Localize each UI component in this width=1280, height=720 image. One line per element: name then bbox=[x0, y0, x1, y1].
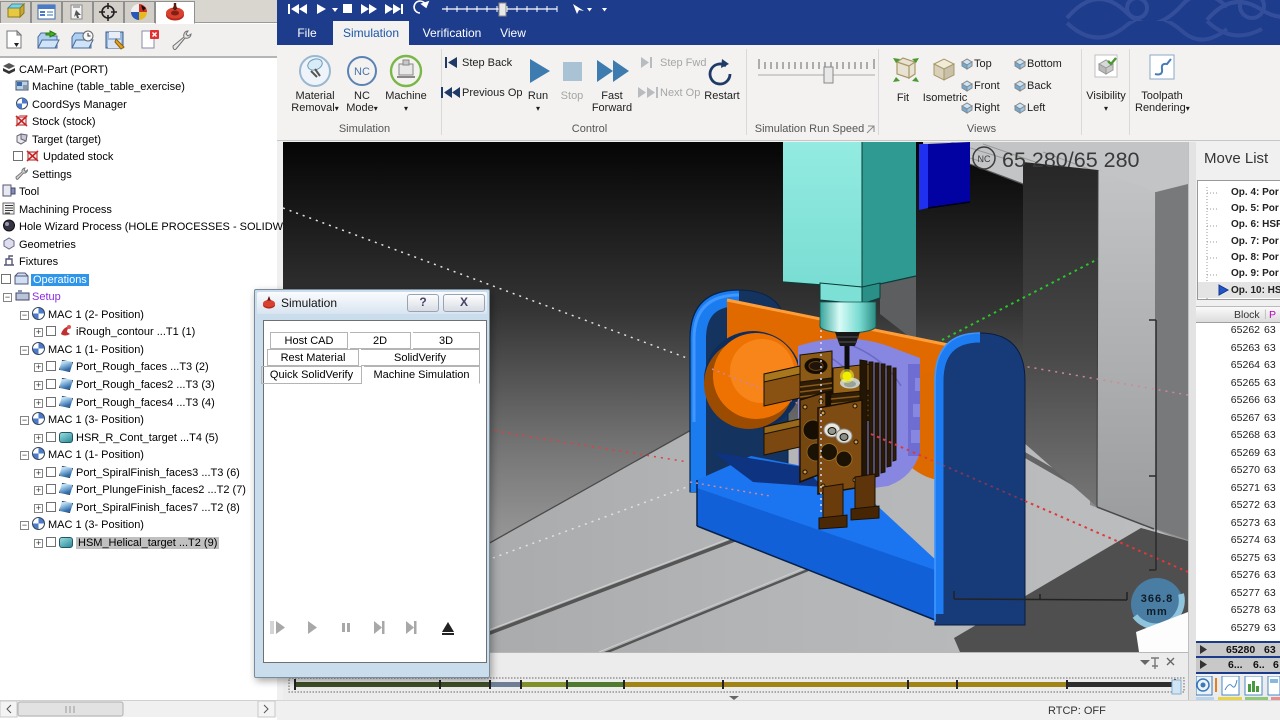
svg-text:mm: mm bbox=[1146, 606, 1168, 618]
svg-text:NC: NC bbox=[978, 154, 991, 164]
svg-text:366.8: 366.8 bbox=[1141, 593, 1174, 605]
svg-text:NC: NC bbox=[354, 66, 370, 78]
svg-text:65 280/65 280: 65 280/65 280 bbox=[1002, 148, 1140, 172]
